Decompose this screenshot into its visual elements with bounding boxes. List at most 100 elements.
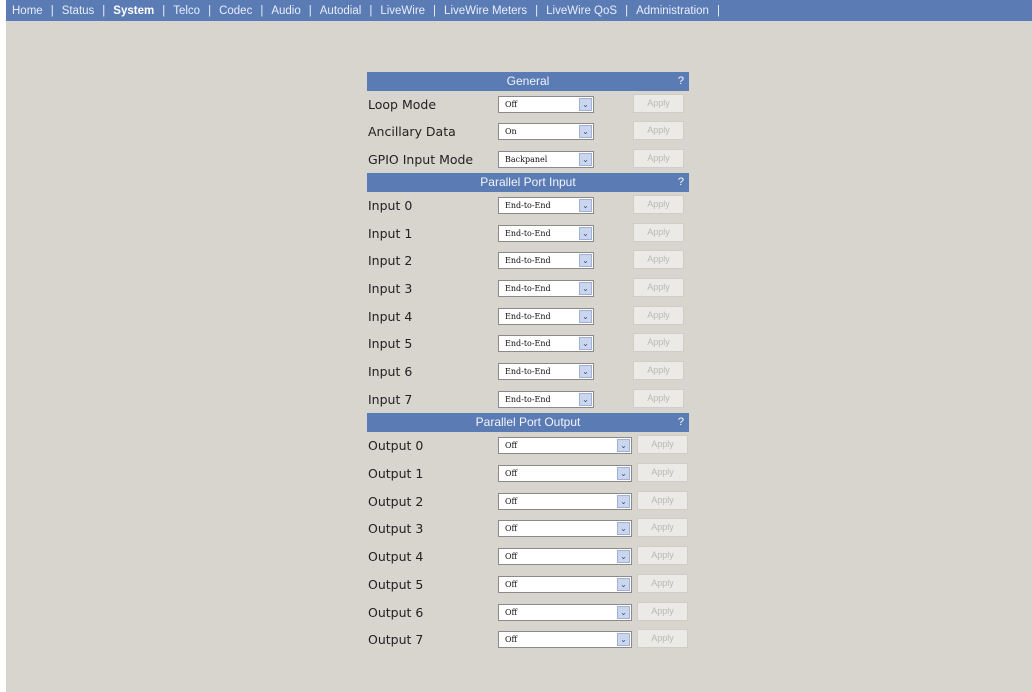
chevron-down-icon[interactable]: ⌄ [579,226,592,240]
nav-item-3[interactable]: Telco [173,5,200,17]
setting-label: Output 2 [368,493,424,509]
setting-dropdown[interactable]: Backpanel ⌄ [498,150,594,168]
setting-dropdown[interactable]: Off ⌄ [498,548,632,566]
nav-item-10[interactable]: Administration [636,5,709,17]
apply-button[interactable]: Apply [637,463,688,483]
apply-button[interactable]: Apply [633,121,684,141]
apply-button[interactable]: Apply [633,361,684,381]
nav-separator: | [102,4,106,17]
setting-row: Output 4 Off ⌄ Apply [367,543,689,571]
apply-button[interactable]: Apply [633,388,684,408]
setting-dropdown[interactable]: End-to-End ⌄ [498,252,594,270]
apply-button[interactable]: Apply [633,148,684,168]
chevron-down-icon[interactable]: ⌄ [617,577,630,591]
chevron-down-icon[interactable]: ⌄ [617,605,630,619]
nav-separator: | [369,4,373,17]
setting-dropdown[interactable]: Off ⌄ [498,631,632,649]
setting-row: Input 5 End-to-End ⌄ Apply [367,330,689,358]
dropdown-value: Off [505,100,518,109]
dropdown-value: On [505,127,517,137]
apply-button[interactable]: Apply [637,601,688,621]
nav-item-4[interactable]: Codec [219,5,252,17]
nav-item-1[interactable]: Status [62,5,95,17]
setting-dropdown[interactable]: Off ⌄ [498,96,594,113]
apply-button[interactable]: Apply [637,629,688,649]
setting-dropdown[interactable]: On ⌄ [498,123,594,141]
apply-button[interactable]: Apply [633,94,684,113]
apply-button[interactable]: Apply [633,194,684,214]
chevron-down-icon[interactable]: ⌄ [579,254,592,268]
nav-item-5[interactable]: Audio [271,5,300,17]
apply-button[interactable]: Apply [637,518,688,538]
apply-button[interactable]: Apply [637,573,688,593]
apply-button[interactable]: Apply [633,250,684,270]
nav-item-2[interactable]: System [113,5,154,17]
chevron-down-icon[interactable]: ⌄ [617,439,630,453]
chevron-down-icon[interactable]: ⌄ [579,392,592,406]
chevron-down-icon[interactable]: ⌄ [579,152,592,166]
apply-button[interactable]: Apply [633,277,684,297]
setting-label: Output 7 [368,632,424,648]
help-icon[interactable]: ? [678,413,684,432]
dropdown-value: Off [505,496,518,506]
setting-dropdown[interactable]: End-to-End ⌄ [498,307,594,325]
setting-dropdown[interactable]: End-to-End ⌄ [498,196,594,214]
chevron-down-icon[interactable]: ⌄ [617,494,630,508]
chevron-down-icon[interactable]: ⌄ [617,522,630,536]
help-icon[interactable]: ? [678,72,684,91]
setting-dropdown[interactable]: End-to-End ⌄ [498,279,594,297]
setting-dropdown[interactable]: Off ⌄ [498,437,632,455]
apply-button[interactable]: Apply [637,546,688,566]
setting-label: Input 4 [368,308,413,324]
nav-item-0[interactable]: Home [12,5,43,17]
system-settings-panel: General ? Loop Mode Off ⌄ Apply Ancillary Da… [367,72,689,654]
setting-row: Input 0 End-to-End ⌄ Apply [367,192,689,220]
dropdown-value: Off [505,441,518,451]
nav-item-8[interactable]: LiveWire Meters [444,5,527,17]
apply-button[interactable]: Apply [633,305,684,325]
help-icon[interactable]: ? [678,173,684,192]
chevron-down-icon[interactable]: ⌄ [579,365,592,379]
chevron-down-icon[interactable]: ⌄ [579,98,592,111]
chevron-down-icon[interactable]: ⌄ [617,550,630,564]
general-rows: Loop Mode Off ⌄ Apply Ancillary Data On ⌄ Apply… [367,91,689,173]
chevron-down-icon[interactable]: ⌄ [617,633,630,647]
setting-label: Ancillary Data [368,124,456,140]
setting-dropdown[interactable]: Off ⌄ [498,492,632,510]
dropdown-value: End-to-End [505,256,551,266]
parallel-output-section-header: Parallel Port Output ? [367,413,689,433]
setting-dropdown[interactable]: Off ⌄ [498,520,632,538]
setting-label: Input 2 [368,253,413,269]
apply-button[interactable]: Apply [633,222,684,242]
chevron-down-icon[interactable]: ⌄ [579,309,592,323]
apply-button[interactable]: Apply [637,490,688,510]
setting-dropdown[interactable]: End-to-End ⌄ [498,363,594,381]
apply-button[interactable]: Apply [637,435,688,455]
nav-item-6[interactable]: Autodial [320,5,362,17]
page-frame: Home | Status | System | Telco | Codec | Audio | Aut… [6,0,1032,692]
setting-dropdown[interactable]: End-to-End ⌄ [498,390,594,408]
setting-dropdown[interactable]: Off ⌄ [498,575,632,593]
parallel-input-section-header: Parallel Port Input ? [367,172,689,192]
chevron-down-icon[interactable]: ⌄ [579,198,592,212]
setting-label: Output 6 [368,604,424,620]
setting-dropdown[interactable]: Off ⌄ [498,603,632,621]
parallel-input-rows: Input 0 End-to-End ⌄ Apply Input 1 End-to-End… [367,192,689,414]
dropdown-value: Off [505,469,518,479]
chevron-down-icon[interactable]: ⌄ [579,281,592,295]
setting-dropdown[interactable]: Off ⌄ [498,465,632,483]
nav-separator: | [535,4,539,17]
setting-label: Input 6 [368,364,413,380]
chevron-down-icon[interactable]: ⌄ [579,125,592,139]
nav-item-9[interactable]: LiveWire QoS [546,5,617,17]
setting-row: Ancillary Data On ⌄ Apply [367,118,689,145]
chevron-down-icon[interactable]: ⌄ [579,337,592,351]
setting-dropdown[interactable]: End-to-End ⌄ [498,224,594,242]
general-section-header: General ? [367,72,689,91]
setting-dropdown[interactable]: End-to-End ⌄ [498,335,594,353]
nav-item-7[interactable]: LiveWire [380,5,425,17]
chevron-down-icon[interactable]: ⌄ [617,467,630,481]
apply-button[interactable]: Apply [633,333,684,353]
dropdown-value: End-to-End [505,367,551,377]
setting-label: Input 7 [368,391,413,407]
